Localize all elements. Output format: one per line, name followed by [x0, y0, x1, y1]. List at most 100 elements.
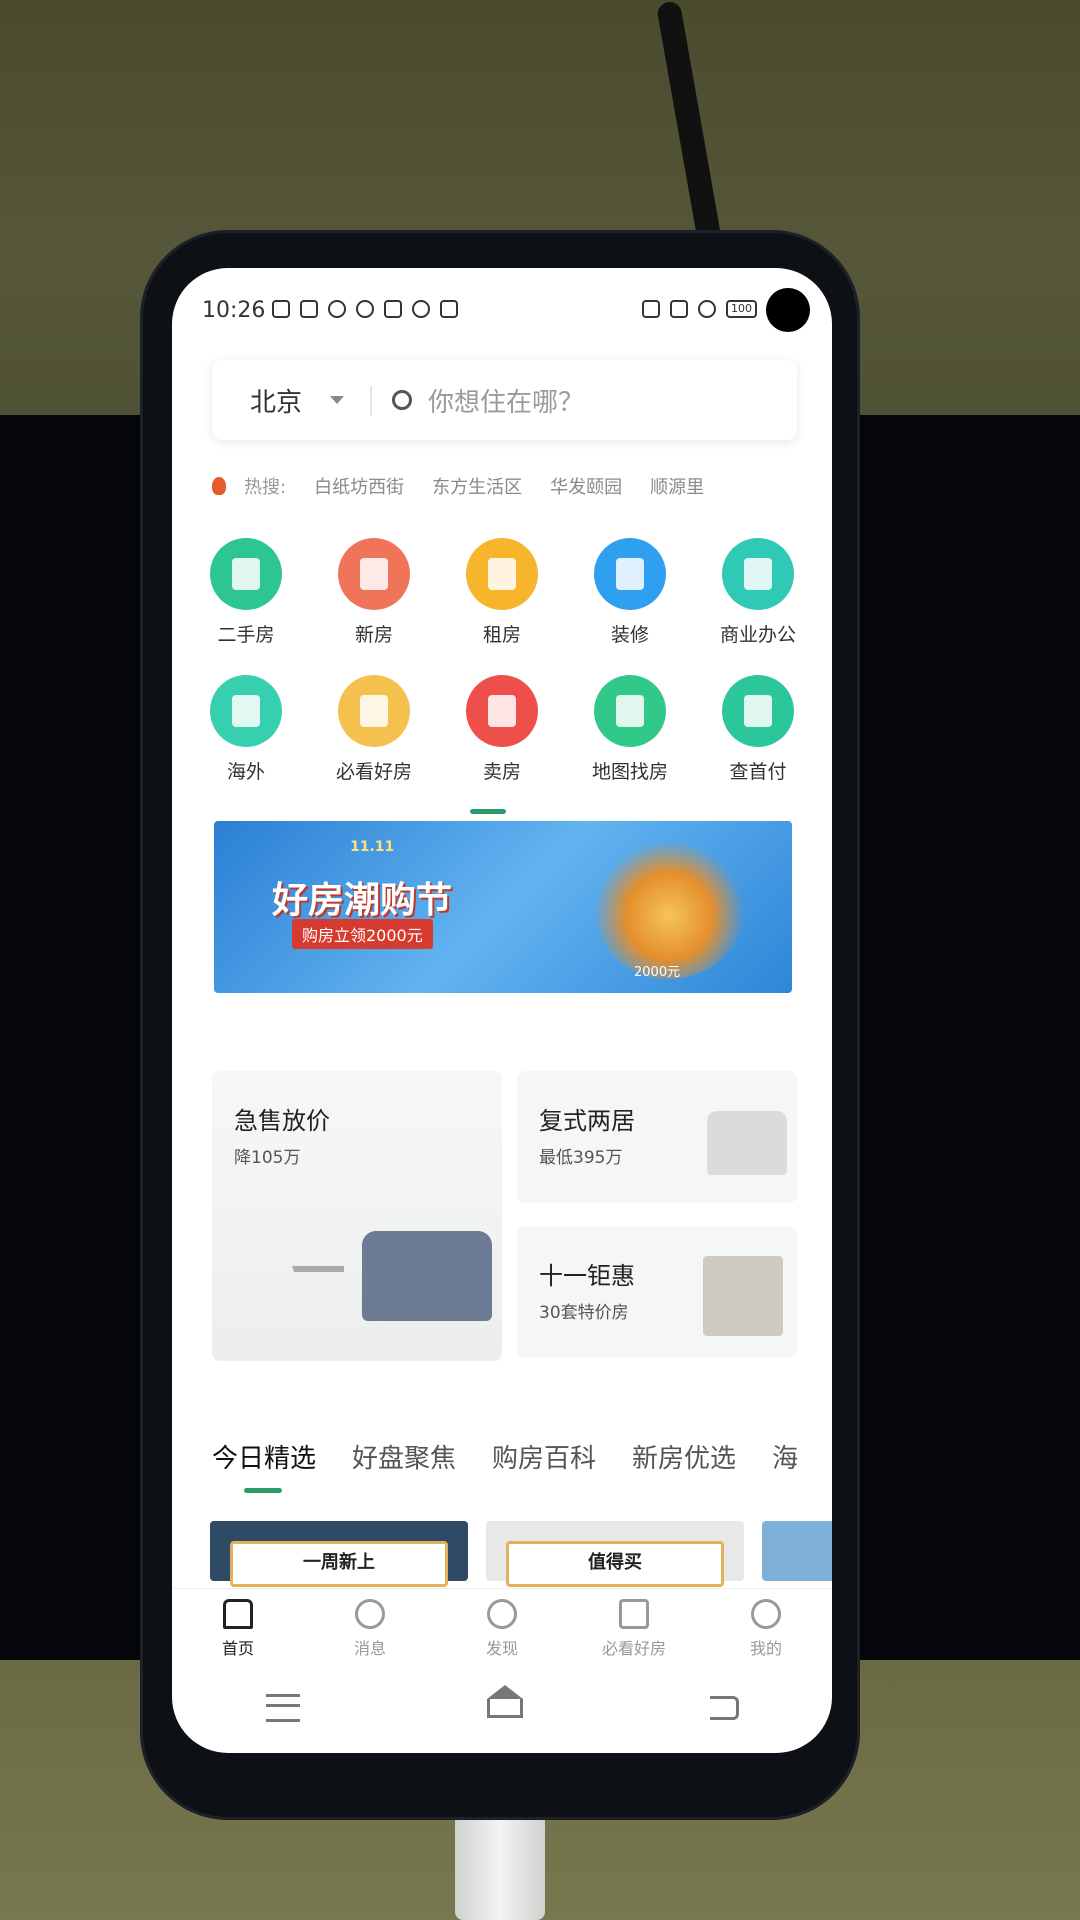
banner-subtitle: 购房立领2000元 [292, 919, 433, 949]
promo-title: 复式两居 [539, 1107, 635, 1135]
feature-card-weekly[interactable]: 一周新上 [210, 1521, 468, 1587]
category-grid: 二手房 新房 租房 装修 商业办公 海外 必看好房 卖房 地图找房 查首付 [182, 538, 822, 812]
nav-profile[interactable]: 我的 [706, 1589, 826, 1667]
promo-title: 十一钜惠 [539, 1262, 635, 1290]
system-indicators: 100 [642, 300, 757, 318]
telescope-table-image [292, 1266, 344, 1342]
city-selector[interactable]: 北京 [250, 382, 302, 419]
gallery-notification-icon [300, 300, 318, 318]
nav-label: 发现 [485, 1639, 518, 1658]
promo-banner[interactable]: 11.11 好房潮购节 购房立领2000元 2000元 [214, 821, 792, 993]
category-label: 二手房 [217, 624, 275, 646]
promo-card-urgent-sale[interactable]: 急售放价 降105万 [212, 1071, 502, 1361]
hot-search-row: 热搜: 白纸坊西街 东方生活区 华发颐园 顺源里 [212, 473, 704, 499]
paint-brush-icon [594, 538, 666, 610]
category-down-payment[interactable]: 查首付 [694, 675, 822, 784]
tab-indicator [244, 1488, 282, 1493]
location-notification-icon [412, 300, 430, 318]
vibrate-icon [642, 300, 660, 318]
tab-buying-guide[interactable]: 购房百科 [492, 1438, 596, 1475]
category-sell[interactable]: 卖房 [438, 675, 566, 784]
category-must-see[interactable]: 必看好房 [310, 675, 438, 784]
category-label: 查首付 [729, 761, 787, 783]
promo-card-duplex[interactable]: 复式两居 最低395万 [517, 1071, 797, 1203]
globe-icon [210, 675, 282, 747]
system-navigation [172, 1673, 832, 1743]
promo-subtitle: 降105万 [234, 1148, 301, 1168]
sale-tag-icon [466, 675, 538, 747]
banner-illustration [594, 839, 744, 979]
book-notification-icon [384, 300, 402, 318]
menu-icon[interactable] [265, 1694, 300, 1722]
banner-coin-text: 2000元 [634, 965, 681, 980]
armchair-image [707, 1111, 787, 1175]
tab-featured-projects[interactable]: 好盘聚焦 [352, 1438, 456, 1475]
search-bar[interactable]: 北京 你想住在哪？ [212, 360, 797, 440]
page-indicator [470, 809, 506, 814]
hot-search-item[interactable]: 东方生活区 [432, 473, 522, 499]
feature-card-label: 一周新上 [230, 1541, 448, 1587]
category-label: 卖房 [482, 761, 521, 783]
wallet-search-icon [722, 675, 794, 747]
tab-today-picks[interactable]: 今日精选 [212, 1438, 316, 1475]
nav-messages[interactable]: 消息 [310, 1589, 430, 1667]
category-map[interactable]: 地图找房 [566, 675, 694, 784]
nav-label: 我的 [749, 1639, 782, 1658]
notification-icons [272, 300, 458, 318]
compass-icon [487, 1599, 517, 1629]
content-tabs: 今日精选 好盘聚焦 购房百科 新房优选 海 [212, 1438, 832, 1475]
search-input[interactable]: 你想住在哪？ [428, 382, 584, 419]
category-label: 租房 [482, 624, 521, 646]
hot-search-label: 热搜: [244, 477, 287, 498]
divider [370, 386, 372, 416]
building-icon [619, 1599, 649, 1629]
rent-door-icon [466, 538, 538, 610]
home-icon [223, 1599, 253, 1629]
category-decoration[interactable]: 装修 [566, 538, 694, 647]
category-rent[interactable]: 租房 [438, 538, 566, 647]
category-new-house[interactable]: 新房 [310, 538, 438, 647]
hot-search-item[interactable]: 顺源里 [650, 473, 704, 499]
category-overseas[interactable]: 海外 [182, 675, 310, 784]
sim-icon [670, 300, 688, 318]
system-home-icon[interactable] [486, 1684, 523, 1718]
phone-screen: 10:26 100 北京 你想住在哪？ 热搜: 白纸坊西街 东方生活区 华发颐园… [172, 268, 832, 1753]
status-bar: 10:26 100 [172, 268, 832, 348]
nav-home[interactable]: 首页 [178, 1589, 298, 1667]
tab-overseas[interactable]: 海 [772, 1438, 798, 1475]
promo-subtitle: 30套特价房 [539, 1303, 629, 1323]
back-icon[interactable] [709, 1696, 739, 1720]
card-notification-icon [440, 300, 458, 318]
promo-title: 急售放价 [234, 1107, 330, 1135]
promo-card-discount[interactable]: 十一钜惠 30套特价房 [517, 1226, 797, 1358]
feature-card-next[interactable] [762, 1521, 832, 1581]
category-label: 新房 [354, 624, 393, 646]
hot-search-item[interactable]: 白纸坊西街 [314, 473, 404, 499]
front-camera [766, 288, 810, 332]
promo-subtitle: 最低395万 [539, 1148, 623, 1168]
nav-discover[interactable]: 发现 [442, 1589, 562, 1667]
category-label: 地图找房 [591, 761, 668, 783]
fire-icon [212, 477, 226, 495]
wifi-icon [698, 300, 716, 318]
chevron-down-icon[interactable] [330, 396, 344, 404]
gift-box-image [703, 1256, 783, 1336]
feature-card-label: 值得买 [506, 1541, 724, 1587]
status-time: 10:26 [202, 298, 266, 323]
bottom-navigation: 首页 消息 发现 必看好房 我的 [172, 1588, 832, 1667]
heart-house-icon [338, 675, 410, 747]
nav-label: 消息 [353, 1639, 386, 1658]
office-building-icon [722, 538, 794, 610]
category-label: 必看好房 [335, 761, 412, 783]
nav-must-see[interactable]: 必看好房 [574, 1589, 694, 1667]
banner-tag: 11.11 [350, 839, 395, 855]
hot-search-item[interactable]: 华发颐园 [550, 473, 622, 499]
tab-new-house-picks[interactable]: 新房优选 [632, 1438, 736, 1475]
search-icon[interactable] [392, 390, 412, 410]
feature-card-worth-buying[interactable]: 值得买 [486, 1521, 744, 1587]
category-resale[interactable]: 二手房 [182, 538, 310, 647]
new-house-icon [338, 538, 410, 610]
resale-house-icon [210, 538, 282, 610]
weibo-notification-icon [356, 300, 374, 318]
category-office[interactable]: 商业办公 [694, 538, 822, 647]
